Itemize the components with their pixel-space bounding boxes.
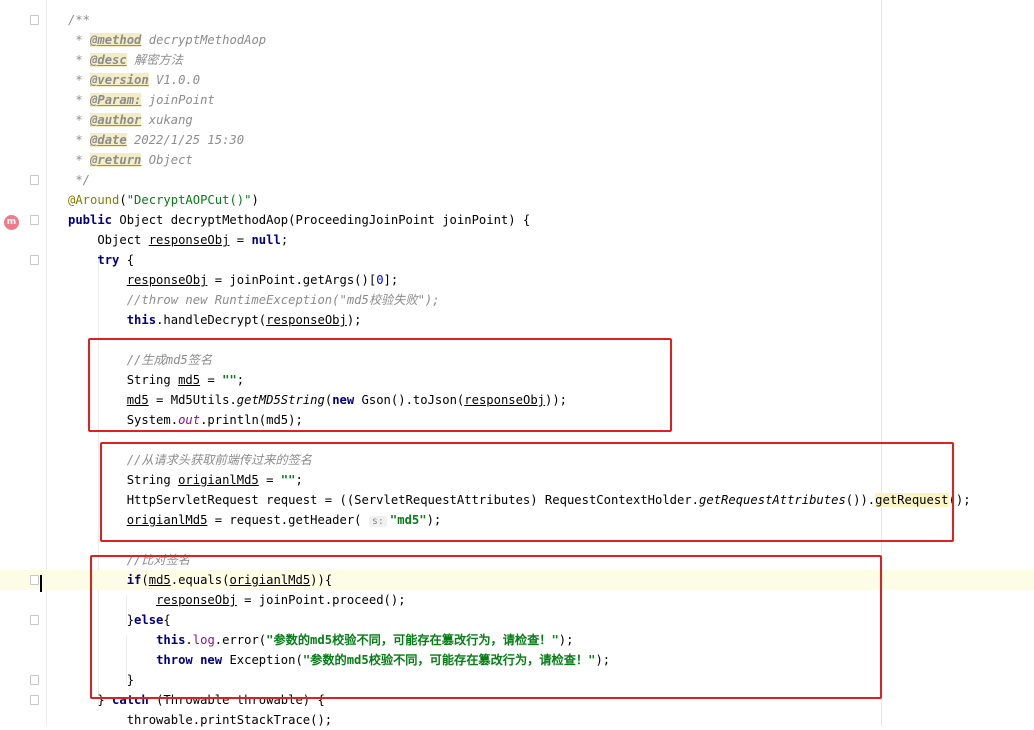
code-token: ]; (383, 273, 399, 287)
code-text: @Around("DecryptAOPCut()") (68, 190, 259, 210)
code-line[interactable]: /** (0, 10, 1034, 30)
code-text: throwable.printStackTrace(); (68, 710, 332, 730)
code-text: this.handleDecrypt(responseObj); (68, 310, 362, 330)
code-token: .handleDecrypt( (156, 313, 267, 327)
code-token: responseObj (126, 273, 208, 287)
fold-marker-icon[interactable] (30, 695, 39, 705)
fold-marker-icon[interactable] (30, 255, 39, 265)
code-line[interactable]: * @author xukang (0, 110, 1034, 130)
override-method-icon[interactable]: m (4, 215, 19, 230)
code-line[interactable]: * @desc 解密方法 (0, 50, 1034, 70)
fold-marker-icon[interactable] (30, 15, 39, 25)
code-token: * (68, 33, 91, 47)
code-text: * @return Object (68, 150, 193, 170)
code-token: @Param: (90, 93, 142, 107)
code-token: * (68, 153, 91, 167)
code-token: * (68, 133, 91, 147)
code-token: { (126, 253, 135, 267)
code-text: * @desc 解密方法 (68, 50, 183, 70)
code-line[interactable]: * @date 2022/1/25 15:30 (0, 130, 1034, 150)
fold-marker-icon[interactable] (30, 175, 39, 185)
code-token: @version (90, 73, 149, 87)
code-token: * (68, 93, 91, 107)
code-token: joinPoint (141, 93, 215, 107)
code-token: * (68, 53, 91, 67)
code-token: ) (251, 193, 259, 207)
code-text: responseObj = joinPoint.getArgs()[0]; (68, 270, 399, 290)
highlight-box-signature-compare (90, 555, 882, 699)
code-line[interactable]: public Object decryptMethodAop(Proceedin… (0, 210, 1034, 230)
fold-marker-icon[interactable] (30, 675, 39, 685)
code-token: /** (68, 13, 91, 27)
code-text: Object responseObj = null; (68, 230, 288, 250)
code-token: @date (90, 133, 127, 147)
code-token: */ (68, 173, 91, 187)
code-line[interactable]: this.handleDecrypt(responseObj); (0, 310, 1034, 330)
code-token: null (251, 233, 281, 247)
code-line[interactable]: * @version V1.0.0 (0, 70, 1034, 90)
code-line[interactable]: throwable.printStackTrace(); (0, 710, 1034, 730)
code-token: xukang (141, 113, 193, 127)
code-line[interactable]: * @method decryptMethodAop (0, 30, 1034, 50)
code-token: ; (280, 233, 289, 247)
code-token: "DecryptAOPCut()" (126, 193, 252, 207)
code-token: Object decryptMethodAop(ProceedingJoinPo… (119, 213, 531, 227)
code-line[interactable]: //throw new RuntimeException("md5校验失败"); (0, 290, 1034, 310)
code-token: @method (90, 33, 142, 47)
code-text: * @version V1.0.0 (68, 70, 200, 90)
code-token: responseObj (266, 313, 347, 327)
code-token: @desc (90, 53, 127, 67)
code-token: ( (119, 193, 127, 207)
code-token: @Around (68, 193, 120, 207)
code-text: * @author xukang (68, 110, 193, 130)
highlight-box-header-signature (100, 442, 954, 542)
code-token: Object (68, 233, 149, 247)
code-text: /** (68, 10, 90, 30)
code-token: public (68, 213, 120, 227)
code-token: = (229, 233, 252, 247)
code-line[interactable]: Object responseObj = null; (0, 230, 1034, 250)
code-line[interactable]: @Around("DecryptAOPCut()") (0, 190, 1034, 210)
code-token: * (68, 113, 91, 127)
code-text: public Object decryptMethodAop(Proceedin… (68, 210, 530, 230)
code-token: //throw new RuntimeException("md5校验失败"); (68, 293, 440, 307)
code-token: responseObj (148, 233, 230, 247)
code-token: @return (90, 153, 142, 167)
code-line[interactable]: try { (0, 250, 1034, 270)
code-token: V1.0.0 (148, 73, 201, 87)
text-caret (40, 575, 42, 592)
code-token: = joinPoint.getArgs()[ (207, 273, 377, 287)
code-token: * (68, 73, 91, 87)
code-line[interactable]: * @Param: joinPoint (0, 90, 1034, 110)
code-text: //throw new RuntimeException("md5校验失败"); (68, 290, 440, 310)
code-token: @author (90, 113, 142, 127)
code-token: 解密方法 (126, 53, 183, 67)
code-text: * @date 2022/1/25 15:30 (68, 130, 244, 150)
code-text: * @method decryptMethodAop (68, 30, 266, 50)
code-line[interactable]: * @return Object (0, 150, 1034, 170)
fold-marker-icon[interactable] (30, 615, 39, 625)
code-text: * @Param: joinPoint (68, 90, 215, 110)
fold-marker-icon[interactable] (30, 575, 39, 585)
highlight-box-md5-generation (88, 338, 672, 432)
fold-marker-icon[interactable] (30, 215, 39, 225)
code-line[interactable]: */ (0, 170, 1034, 190)
code-token: ); (346, 313, 362, 327)
code-line[interactable]: responseObj = joinPoint.getArgs()[0]; (0, 270, 1034, 290)
code-token: try (97, 253, 127, 267)
code-token: decryptMethodAop (141, 33, 267, 47)
code-token: 0 (376, 273, 384, 287)
code-text: try { (68, 250, 134, 270)
code-token: throwable.printStackTrace(); (68, 713, 333, 727)
code-token: this (126, 313, 157, 327)
code-token: Object (141, 153, 193, 167)
code-text: */ (68, 170, 90, 190)
code-token: 2022/1/25 15:30 (126, 133, 245, 147)
